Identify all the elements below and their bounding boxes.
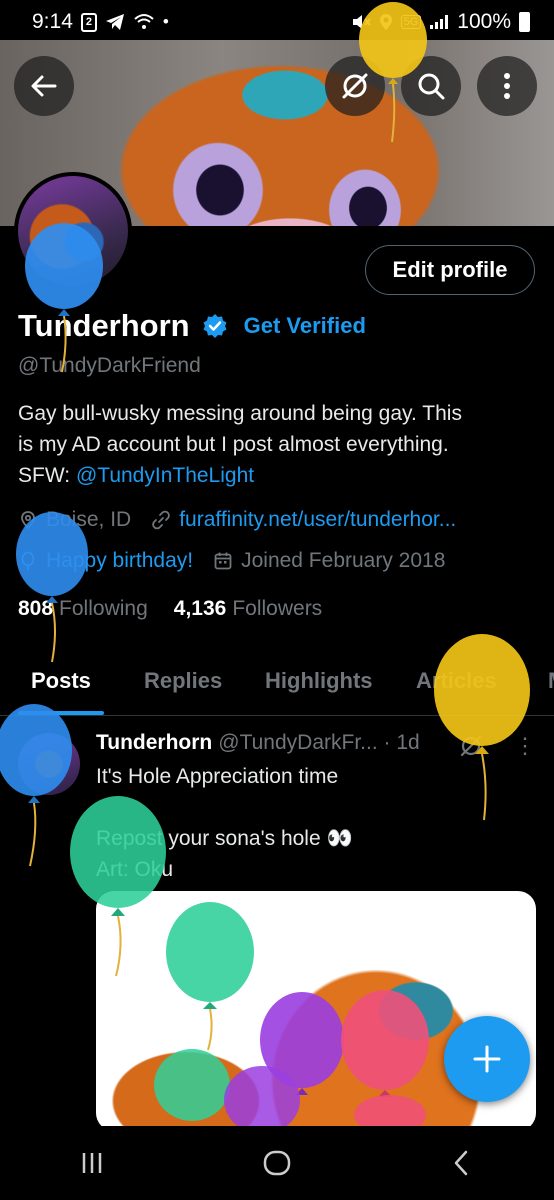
status-bar: 9:14 2 • 5G 100% (0, 0, 554, 44)
back-button[interactable] (14, 56, 74, 116)
post-text: It's Hole Appreciation time Repost your … (96, 761, 353, 885)
get-verified-link[interactable]: Get Verified (244, 313, 366, 339)
search-button[interactable] (401, 56, 461, 116)
dot-icon: • (162, 12, 169, 31)
calendar-icon (214, 552, 232, 570)
bio-line: is my AD account but I post almost every… (18, 433, 449, 456)
balloon-icon (21, 551, 35, 570)
followers-link[interactable]: 4,136 Followers (174, 597, 322, 621)
following-label: Following (59, 597, 148, 620)
bio-line: Gay bull-wusky messing around being gay.… (18, 402, 462, 425)
tab-highlights[interactable]: Highlights (265, 668, 373, 694)
follow-counts: 808 Following 4,136 Followers (18, 597, 322, 621)
post-text-line (96, 792, 353, 823)
balloon (16, 512, 88, 663)
chevron-left-icon (454, 1150, 467, 1176)
name-row: Tunderhorn Get Verified (18, 308, 366, 344)
following-count: 808 (18, 597, 54, 620)
back-arrow-icon (31, 75, 57, 97)
profile-meta-row: Boise, ID furaffinity.net/user/tunderhor… (18, 508, 456, 532)
bio-line: SFW: @TundyInTheLight (18, 460, 538, 491)
followers-label: Followers (232, 597, 323, 620)
display-name: Tunderhorn (18, 308, 190, 343)
post-header: Tunderhorn @TundyDarkFr... · 1d (96, 731, 420, 755)
system-navigation-bar (0, 1126, 554, 1200)
status-time: 9:14 (32, 10, 73, 33)
bio-sfw-label: SFW: (18, 464, 76, 487)
profile-bio: Gay bull-wusky messing around being gay.… (18, 398, 538, 491)
birthday-text: Happy birthday! (46, 549, 194, 572)
active-tab-indicator (18, 711, 104, 715)
profile-handle: @TundyDarkFriend (18, 354, 201, 377)
post-avatar[interactable] (18, 733, 80, 795)
battery-percent: 100% (457, 10, 511, 33)
location-pin-icon (21, 511, 35, 530)
post-more-icon[interactable]: ⋮ (514, 733, 536, 759)
battery-icon (519, 12, 530, 32)
following-link[interactable]: 808 Following (18, 597, 148, 621)
location-icon (379, 13, 393, 31)
telegram-icon (105, 13, 125, 31)
profile-avatar[interactable] (14, 172, 132, 290)
search-icon (418, 73, 445, 100)
signal-icon (429, 14, 449, 30)
grok-icon[interactable] (458, 733, 484, 759)
link-icon (152, 510, 170, 530)
followers-count: 4,136 (173, 597, 227, 620)
grok-button[interactable] (325, 56, 385, 116)
more-vertical-icon (504, 73, 510, 99)
more-options-button[interactable] (477, 56, 537, 116)
notification-badge-icon: 2 (80, 12, 97, 32)
network-5g-icon: 5G (400, 15, 422, 29)
mute-icon (351, 13, 371, 31)
grok-icon (342, 73, 368, 99)
wifi-icon (133, 13, 155, 31)
profile-location: Boise, ID (46, 508, 132, 531)
profile-meta-row: Happy birthday! Joined February 2018 (18, 549, 445, 573)
profile-tabs: Posts Replies Highlights Articles M (0, 656, 554, 716)
joined-date: Joined February 2018 (241, 549, 446, 572)
compose-post-button[interactable] (444, 1016, 530, 1102)
tab-replies[interactable]: Replies (144, 668, 222, 694)
post-text-line: Art: Oku (96, 858, 174, 881)
plus-icon (473, 1045, 501, 1073)
profile-website-link[interactable]: furaffinity.net/user/tunderhor... (179, 508, 456, 532)
recent-apps-icon (83, 1153, 102, 1173)
post-text-line: Repost your sona's hole 👀 (96, 827, 353, 850)
edit-profile-button[interactable]: Edit profile (365, 245, 535, 295)
home-button[interactable] (247, 1138, 307, 1188)
verified-badge-icon (203, 314, 227, 338)
tab-media[interactable]: M (548, 668, 554, 694)
home-icon (263, 1150, 291, 1176)
tab-articles[interactable]: Articles (416, 668, 497, 694)
bio-mention-link[interactable]: @TundyInTheLight (76, 464, 254, 487)
tab-posts[interactable]: Posts (31, 668, 91, 694)
post-handle-time: @TundyDarkFr... · 1d (218, 731, 420, 754)
post-text-line: It's Hole Appreciation time (96, 765, 339, 788)
system-back-button[interactable] (432, 1138, 492, 1188)
recent-apps-button[interactable] (62, 1138, 122, 1188)
post-author[interactable]: Tunderhorn (96, 731, 212, 755)
